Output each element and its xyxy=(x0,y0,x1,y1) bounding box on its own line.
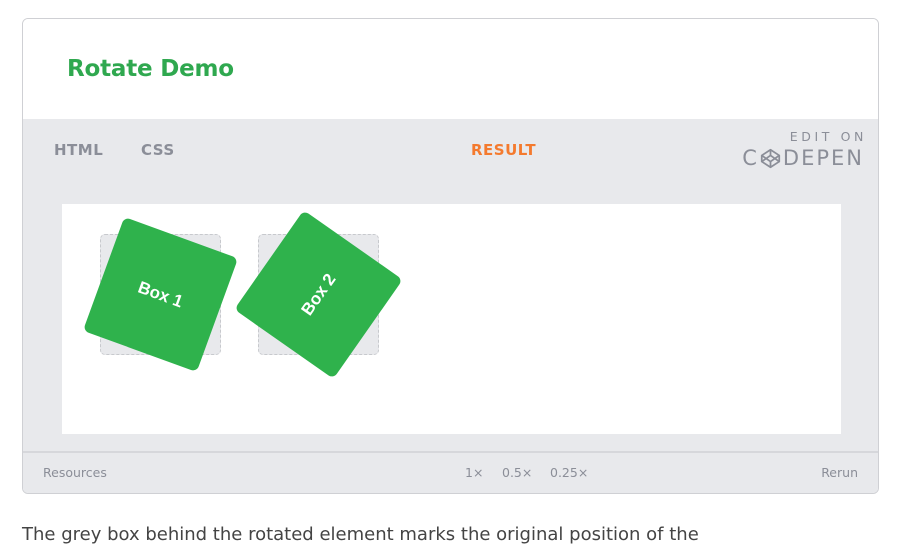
codepen-embed: Rotate Demo HTML CSS RESULT EDIT ON C DE… xyxy=(22,18,879,494)
edit-on-codepen-link[interactable]: EDIT ON C DEPEN xyxy=(739,129,864,174)
embed-footer: Resources 1× 0.5× 0.25× Rerun xyxy=(23,451,878,493)
resources-button[interactable]: Resources xyxy=(43,465,107,480)
embed-tab-bar: HTML CSS RESULT EDIT ON C DEPEN xyxy=(23,119,878,199)
codepen-letters-rest: DEPEN xyxy=(782,146,864,170)
tab-result[interactable]: RESULT xyxy=(471,141,536,159)
rerun-button[interactable]: Rerun xyxy=(821,465,858,480)
box-2-label: Box 2 xyxy=(297,269,340,319)
result-stage: Box 1 Box 2 xyxy=(62,204,841,434)
zoom-0-5x-button[interactable]: 0.5× xyxy=(502,465,532,480)
edit-on-label: EDIT ON xyxy=(789,129,867,144)
box-1-label: Box 1 xyxy=(135,277,186,311)
tab-html[interactable]: HTML xyxy=(54,141,103,159)
embed-header: Rotate Demo xyxy=(23,19,878,119)
codepen-wordmark: C DEPEN xyxy=(739,146,864,170)
zoom-0-25x-button[interactable]: 0.25× xyxy=(550,465,588,480)
zoom-1x-button[interactable]: 1× xyxy=(465,465,483,480)
codepen-logo-icon xyxy=(760,148,781,168)
codepen-letter-c: C xyxy=(742,146,759,170)
article-paragraph: The grey box behind the rotated element … xyxy=(22,524,699,545)
result-area: Box 1 Box 2 xyxy=(23,199,878,453)
tab-css[interactable]: CSS xyxy=(141,141,175,159)
embed-title: Rotate Demo xyxy=(67,56,234,82)
